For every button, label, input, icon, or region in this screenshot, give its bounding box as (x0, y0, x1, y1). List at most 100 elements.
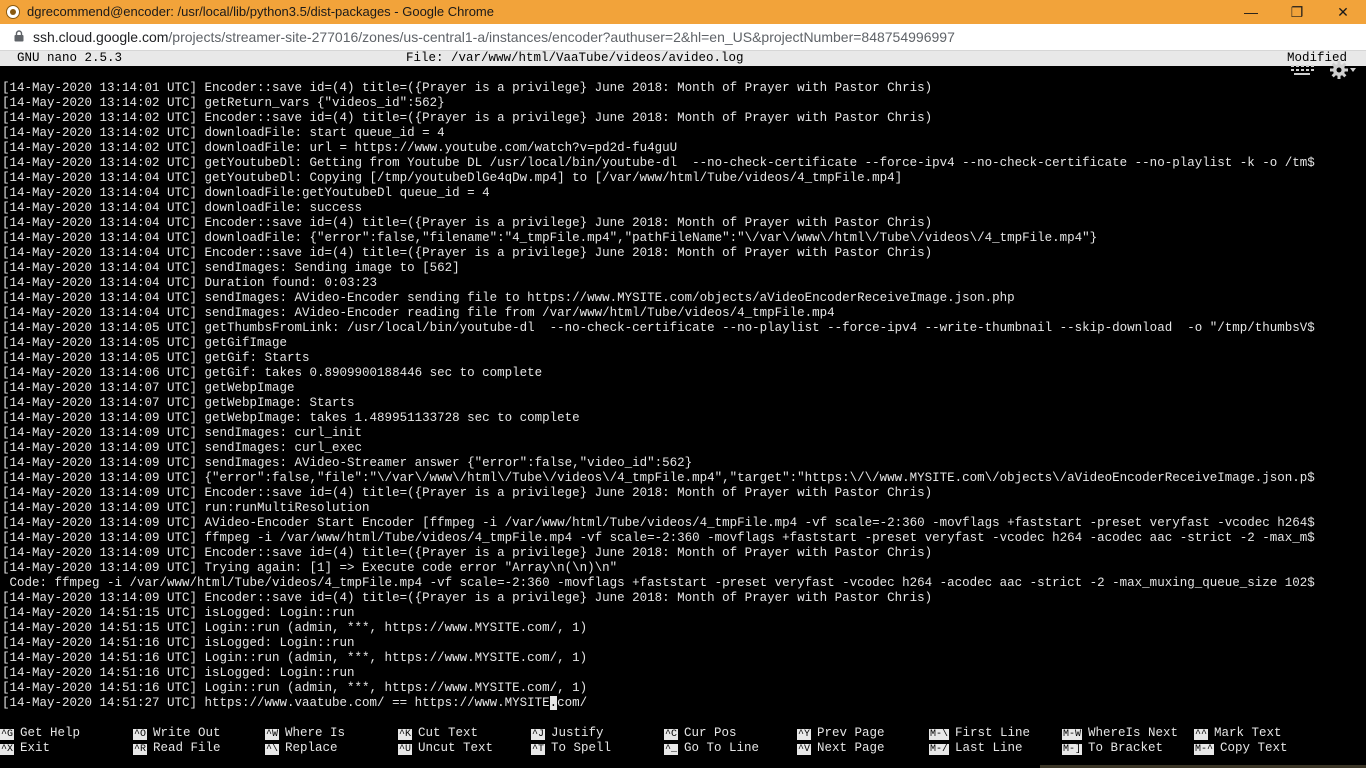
log-line-text: com/ (557, 696, 588, 710)
shortcut-key: M-\ (929, 729, 950, 740)
log-line: [14-May-2020 13:14:04 UTC] Duration foun… (2, 276, 378, 290)
shortcut-key: ^\ (265, 744, 280, 755)
log-line: [14-May-2020 14:51:16 UTC] Login::run (a… (2, 651, 588, 665)
shortcut-go-to-line[interactable]: ^_ Go To Line (664, 741, 759, 756)
shortcut-copy-text[interactable]: M-^ Copy Text (1194, 741, 1288, 756)
nano-file-path: File: /var/www/html/VaaTube/videos/avide… (406, 51, 744, 65)
shortcut-key: M-^ (1194, 744, 1215, 755)
url-host: ssh.cloud.google.com (33, 29, 169, 45)
shortcut-key: ^X (0, 744, 15, 755)
shortcut-key: M-] (1062, 744, 1083, 755)
log-line: [14-May-2020 13:14:02 UTC] downloadFile:… (2, 126, 445, 140)
url-text[interactable]: ssh.cloud.google.com/projects/streamer-s… (33, 29, 955, 45)
log-line: [14-May-2020 13:14:05 UTC] getGifImage (2, 336, 288, 350)
shortcut-prev-page[interactable]: ^Y Prev Page (797, 726, 885, 741)
window-title: dgrecommend@encoder: /usr/local/lib/pyth… (27, 4, 494, 19)
shortcut-label: Get Help (20, 726, 81, 740)
shortcut-key: ^O (133, 729, 148, 740)
shortcut-replace[interactable]: ^\ Replace (265, 741, 338, 756)
shortcut-justify[interactable]: ^J Justify (531, 726, 604, 741)
log-line: [14-May-2020 14:51:16 UTC] Login::run (a… (2, 681, 588, 695)
shortcut-label: Next Page (817, 741, 885, 755)
shortcut-label: Prev Page (817, 726, 885, 740)
shortcut-uncut-text[interactable]: ^U Uncut Text (398, 741, 493, 756)
shortcut-label: Justify (551, 726, 604, 740)
shortcut-label: Where Is (285, 726, 346, 740)
log-line: [14-May-2020 13:14:09 UTC] AVideo-Encode… (2, 516, 1315, 530)
shortcut-label: Last Line (955, 741, 1023, 755)
log-line: [14-May-2020 13:14:06 UTC] getGif: takes… (2, 366, 543, 380)
log-line: [14-May-2020 13:14:02 UTC] Encoder::save… (2, 111, 933, 125)
ssh-app-icon (6, 5, 20, 19)
log-line: [14-May-2020 14:51:15 UTC] isLogged: Log… (2, 606, 355, 620)
log-line: [14-May-2020 13:14:07 UTC] getWebpImage:… (2, 396, 355, 410)
log-line: [14-May-2020 13:14:04 UTC] sendImages: A… (2, 306, 835, 320)
shortcut-read-file[interactable]: ^R Read File (133, 741, 221, 756)
log-line: [14-May-2020 13:14:09 UTC] Encoder::save… (2, 591, 933, 605)
shortcut-label: Cut Text (418, 726, 479, 740)
shortcut-mark-text[interactable]: ^^ Mark Text (1194, 726, 1282, 741)
shortcut-label: To Bracket (1088, 741, 1164, 755)
shortcut-to-bracket[interactable]: M-] To Bracket (1062, 741, 1163, 756)
address-bar[interactable]: ssh.cloud.google.com/projects/streamer-s… (0, 24, 1366, 51)
log-line: [14-May-2020 13:14:02 UTC] downloadFile:… (2, 141, 678, 155)
shortcut-label: Copy Text (1220, 741, 1288, 755)
log-line-text: [14-May-2020 14:51:27 UTC] https://www.v… (2, 696, 550, 710)
nano-shortcut-bar: ^G Get Help ^O Write Out ^W Where Is ^K Cut … (0, 726, 1366, 758)
shortcut-label: Cur Pos (684, 726, 737, 740)
log-line: [14-May-2020 13:14:04 UTC] sendImages: A… (2, 291, 1015, 305)
shortcut-exit[interactable]: ^X Exit (0, 741, 50, 756)
shortcut-label: Exit (20, 741, 51, 755)
shortcut-first-line[interactable]: M-\ First Line (929, 726, 1030, 741)
lock-icon (14, 30, 24, 42)
shortcut-whereis-next[interactable]: M-W WhereIs Next (1062, 726, 1178, 741)
nano-version: GNU nano 2.5.3 (17, 51, 123, 65)
log-line: [14-May-2020 13:14:04 UTC] getYoutubeDl:… (2, 171, 903, 185)
keyboard-icon[interactable] (1290, 65, 1314, 77)
log-line: [14-May-2020 13:14:09 UTC] Trying again:… (2, 561, 618, 575)
minimize-button[interactable]: — (1228, 0, 1274, 24)
log-line-current: [14-May-2020 14:51:27 UTC] https://www.v… (2, 696, 1366, 711)
shortcut-write-out[interactable]: ^O Write Out (133, 726, 221, 741)
log-line: [14-May-2020 13:14:09 UTC] getWebpImage:… (2, 411, 580, 425)
shortcut-key: ^G (0, 729, 15, 740)
shortcut-label: Read File (153, 741, 221, 755)
shortcut-cur-pos[interactable]: ^C Cur Pos (664, 726, 737, 741)
log-line: [14-May-2020 13:14:01 UTC] Encoder::save… (2, 81, 933, 95)
nano-terminal[interactable]: GNU nano 2.5.3 File: /var/www/html/VaaTu… (0, 51, 1366, 768)
log-line: Code: ffmpeg -i /var/www/html/Tube/video… (2, 576, 1315, 590)
restore-button[interactable]: ❐ (1274, 0, 1320, 24)
log-line: [14-May-2020 13:14:09 UTC] Encoder::save… (2, 486, 933, 500)
shortcut-cut-text[interactable]: ^K Cut Text (398, 726, 478, 741)
log-line: [14-May-2020 13:14:04 UTC] sendImages: S… (2, 261, 460, 275)
log-line: [14-May-2020 13:14:02 UTC] getYoutubeDl:… (2, 156, 1315, 170)
log-line: [14-May-2020 13:14:04 UTC] downloadFile:… (2, 231, 1098, 245)
log-line: [14-May-2020 13:14:09 UTC] run:runMultiR… (2, 501, 370, 515)
log-line: [14-May-2020 13:14:09 UTC] Encoder::save… (2, 546, 933, 560)
shortcut-key: ^J (531, 729, 546, 740)
log-line: [14-May-2020 14:51:16 UTC] isLogged: Log… (2, 636, 355, 650)
log-line: [14-May-2020 13:14:09 UTC] {"error":fals… (2, 471, 1315, 485)
shortcut-to-spell[interactable]: ^T To Spell (531, 741, 611, 756)
shortcut-key: ^R (133, 744, 148, 755)
log-line: [14-May-2020 13:14:09 UTC] ffmpeg -i /va… (2, 531, 1315, 545)
shortcut-last-line[interactable]: M-/ Last Line (929, 741, 1023, 756)
shortcut-label: Replace (285, 741, 338, 755)
gear-icon[interactable] (1327, 60, 1357, 82)
shortcut-key: ^V (797, 744, 812, 755)
close-button[interactable]: ✕ (1320, 0, 1366, 24)
shortcut-get-help[interactable]: ^G Get Help (0, 726, 80, 741)
log-line: [14-May-2020 14:51:15 UTC] Login::run (a… (2, 621, 588, 635)
shortcut-next-page[interactable]: ^V Next Page (797, 741, 885, 756)
log-line: [14-May-2020 13:14:04 UTC] Encoder::save… (2, 246, 933, 260)
shortcut-where-is[interactable]: ^W Where Is (265, 726, 345, 741)
shortcut-label: Go To Line (684, 741, 760, 755)
text-cursor: . (549, 696, 558, 710)
log-line: [14-May-2020 14:51:16 UTC] isLogged: Log… (2, 666, 355, 680)
shortcut-key: ^C (664, 729, 679, 740)
log-content[interactable]: [14-May-2020 13:14:01 UTC] Encoder::save… (2, 81, 1366, 711)
log-line: [14-May-2020 13:14:02 UTC] getReturn_var… (2, 96, 445, 110)
shortcut-label: WhereIs Next (1088, 726, 1179, 740)
log-line: [14-May-2020 13:14:04 UTC] Encoder::save… (2, 216, 933, 230)
shortcut-label: First Line (955, 726, 1031, 740)
